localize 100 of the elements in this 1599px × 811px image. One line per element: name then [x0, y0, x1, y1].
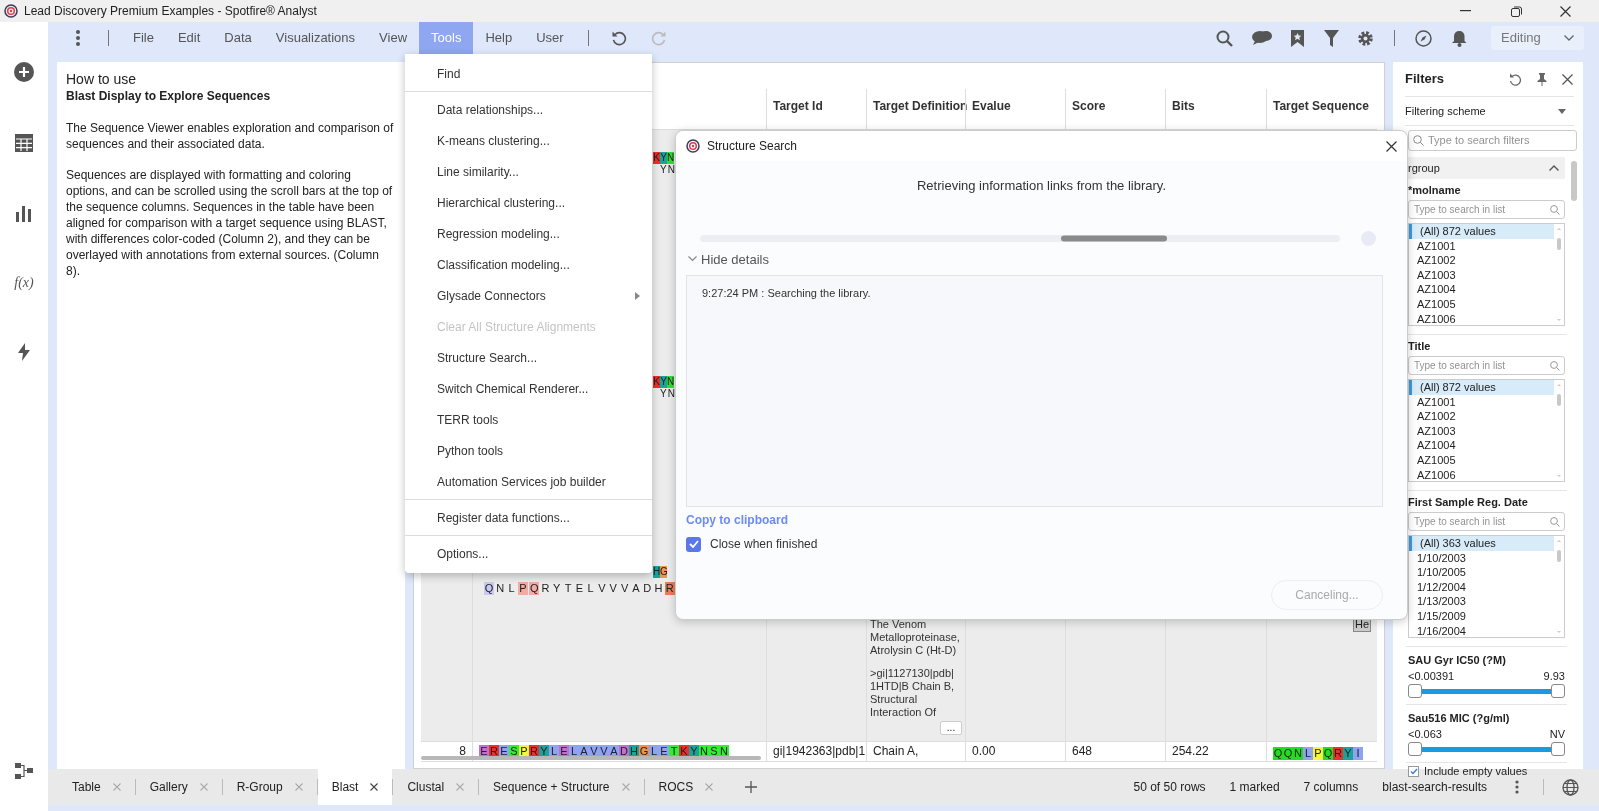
pin-icon[interactable]: [1537, 72, 1547, 86]
add-tab-icon[interactable]: [745, 781, 758, 793]
checkbox[interactable]: [1408, 766, 1419, 777]
list-item[interactable]: AZ1002: [1409, 253, 1554, 268]
list-box[interactable]: (All) 872 values AZ1001 AZ1002 AZ1003 AZ1004 AZ1005 AZ1006: [1408, 223, 1565, 326]
tab[interactable]: ROCS: [644, 769, 728, 805]
search-field[interactable]: Type to search in list: [1408, 200, 1565, 219]
tab[interactable]: Clustal: [393, 769, 479, 805]
close-icon[interactable]: [1560, 5, 1571, 17]
search-icon[interactable]: [1216, 29, 1233, 47]
list-item[interactable]: AZ1003: [1409, 267, 1554, 283]
list-item[interactable]: (All) 363 values: [1409, 536, 1554, 551]
search-field[interactable]: Type to search in list: [1408, 356, 1565, 375]
bookmark-icon[interactable]: [1291, 29, 1304, 47]
search-field[interactable]: Type to search in list: [1408, 512, 1565, 531]
menu-item[interactable]: Find: [405, 58, 652, 89]
vertical-scrollbar[interactable]: [1571, 161, 1577, 201]
restore-icon[interactable]: [1511, 5, 1522, 17]
column-header[interactable]: Bits: [1172, 99, 1195, 113]
menu-item[interactable]: K-means clustering...: [405, 125, 652, 156]
menu-item[interactable]: Options...: [405, 538, 652, 569]
tab[interactable]: Sequence + Structure: [479, 769, 644, 805]
menu-item[interactable]: Visualizations: [263, 22, 368, 54]
add-icon[interactable]: [14, 62, 34, 82]
table-icon[interactable]: [15, 134, 33, 152]
range-slider[interactable]: [1408, 742, 1565, 756]
reset-icon[interactable]: [1509, 72, 1522, 86]
close-icon[interactable]: [1562, 73, 1573, 85]
list-item[interactable]: 1/15/2009: [1409, 608, 1554, 624]
lightning-icon[interactable]: [18, 343, 30, 361]
search-input[interactable]: Type to search filters: [1428, 132, 1568, 149]
list-box[interactable]: (All) 363 values 1/10/2003 1/10/2005 1/12/2004 1/13/2003 1/15/2009 1/16/2004: [1408, 535, 1565, 638]
column-header[interactable]: Target Definition: [873, 99, 968, 113]
menu-item[interactable]: Python tools: [405, 435, 652, 466]
search-field[interactable]: Type to search filters: [1408, 130, 1577, 151]
menu-item[interactable]: TERR tools: [405, 404, 652, 435]
tab[interactable]: Blast: [317, 769, 393, 805]
comments-icon[interactable]: [1251, 30, 1273, 46]
list-item[interactable]: AZ1005: [1409, 296, 1554, 312]
column-header[interactable]: Target Id: [773, 99, 823, 113]
search-input[interactable]: Type to search in list: [1414, 514, 1539, 529]
formula-icon[interactable]: f(x): [14, 272, 34, 293]
settings-icon[interactable]: [1357, 29, 1374, 47]
list-box[interactable]: (All) 872 values AZ1001 AZ1002 AZ1003 AZ1004 AZ1005 AZ1006: [1408, 379, 1565, 482]
menu-item[interactable]: Structure Search...: [405, 342, 652, 373]
scheme-dropdown[interactable]: Filtering scheme: [1405, 96, 1574, 126]
bar-chart-icon[interactable]: [15, 204, 33, 222]
tab[interactable]: R-Group: [222, 769, 317, 805]
list-item[interactable]: AZ1001: [1409, 394, 1554, 410]
menu-item[interactable]: Help: [473, 22, 525, 54]
list-item[interactable]: 1/12/2004: [1409, 579, 1554, 595]
list-item[interactable]: AZ1006: [1409, 467, 1554, 481]
list-item[interactable]: 1/10/2005: [1409, 565, 1554, 580]
search-input[interactable]: Type to search in list: [1414, 358, 1539, 373]
list-item[interactable]: 1/10/2003: [1409, 550, 1554, 566]
menu-item[interactable]: Hierarchical clustering...: [405, 187, 652, 218]
undo-icon[interactable]: [610, 30, 627, 46]
minimize-icon[interactable]: [1460, 10, 1471, 12]
search-input[interactable]: Type to search in list: [1414, 202, 1539, 217]
horizontal-scrollbar[interactable]: [421, 756, 761, 760]
column-header[interactable]: Evalue: [972, 99, 1011, 113]
menu-item[interactable]: Automation Services job builder: [405, 466, 652, 497]
compass-icon[interactable]: [1415, 29, 1432, 47]
menu-item[interactable]: Switch Chemical Renderer...: [405, 373, 652, 404]
list-item[interactable]: 1/16/2004: [1409, 623, 1554, 637]
column-header[interactable]: Score: [1072, 99, 1106, 113]
list-item[interactable]: AZ1006: [1409, 311, 1554, 325]
more-options-icon[interactable]: [76, 30, 80, 46]
mode-dropdown[interactable]: Editing: [1491, 26, 1584, 50]
group-header[interactable]: rgroup: [1408, 157, 1565, 179]
table-row[interactable]: 8 E R E S P R Y L E L A V V A D H G L E T K Y N S N gi|1942363|pdb|1 Chain A, 0.00 648 254.22 QQ N L P Q R Y I: [421, 742, 1377, 762]
list-item[interactable]: AZ1003: [1409, 423, 1554, 439]
list-item[interactable]: (All) 872 values: [1409, 224, 1554, 239]
list-item[interactable]: AZ1004: [1409, 282, 1554, 297]
menu-item[interactable]: User: [524, 22, 576, 54]
menu-item[interactable]: File: [121, 22, 166, 54]
filter-icon[interactable]: [1324, 29, 1339, 47]
column-header[interactable]: Target Sequence: [1273, 99, 1369, 113]
menu-item[interactable]: Regression modeling...: [405, 218, 652, 249]
close-icon[interactable]: [370, 783, 379, 791]
menu-item[interactable]: View: [367, 22, 420, 54]
menu-item[interactable]: Edit: [165, 22, 213, 54]
bell-icon[interactable]: [1452, 29, 1467, 47]
flow-icon[interactable]: [15, 763, 33, 779]
list-item[interactable]: (All) 872 values: [1409, 380, 1554, 395]
checkbox[interactable]: [686, 536, 701, 552]
menu-item[interactable]: Data relationships...: [405, 94, 652, 125]
menu-item[interactable]: Glysade Connectors: [405, 280, 652, 311]
list-item[interactable]: AZ1002: [1409, 409, 1554, 424]
more-button[interactable]: ...: [940, 721, 962, 735]
tab[interactable]: Table: [58, 769, 135, 805]
tab[interactable]: Gallery: [135, 769, 222, 805]
menu-item[interactable]: Classification modeling...: [405, 249, 652, 280]
more-options-icon[interactable]: [1515, 780, 1519, 794]
menu-item[interactable]: Data: [212, 22, 264, 54]
menu-item[interactable]: Line similarity...: [405, 156, 652, 187]
list-item[interactable]: AZ1005: [1409, 452, 1554, 468]
range-slider[interactable]: [1408, 684, 1565, 698]
list-item[interactable]: AZ1001: [1409, 238, 1554, 254]
menu-item[interactable]: Register data functions...: [405, 502, 652, 533]
